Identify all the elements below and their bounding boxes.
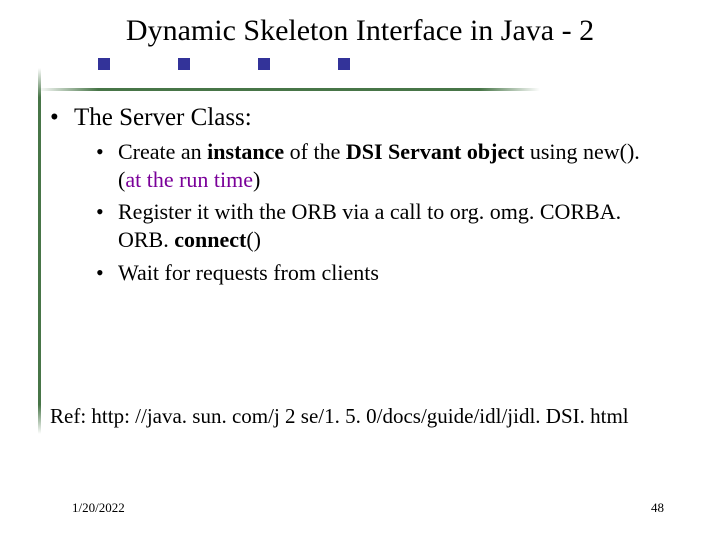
text-fragment: of the: [284, 139, 346, 164]
runtime-text: at the run time: [125, 167, 253, 192]
text-fragment: (): [246, 227, 261, 252]
bold-text: DSI Servant object: [346, 139, 524, 164]
dot-icon: [258, 58, 270, 70]
list-item: • Create an instance of the DSI Servant …: [96, 138, 668, 194]
bold-text: instance: [207, 139, 284, 164]
list-item-text: Create an instance of the DSI Servant ob…: [118, 138, 668, 194]
heading-bullet: •The Server Class:: [50, 104, 668, 132]
bullet-marker: •: [96, 259, 118, 287]
bullet-marker: •: [96, 138, 118, 194]
bold-text: connect: [174, 227, 246, 252]
sub-bullet-list: • Create an instance of the DSI Servant …: [96, 138, 668, 287]
list-item-text: Register it with the ORB via a call to o…: [118, 198, 668, 254]
footer-date: 1/20/2022: [72, 500, 125, 516]
list-item-text: Wait for requests from clients: [118, 259, 668, 287]
horizontal-rule: [38, 88, 540, 91]
slide-content: •The Server Class: • Create an instance …: [50, 104, 668, 291]
text-fragment: ): [253, 167, 260, 192]
decorative-dots: [50, 56, 720, 74]
bullet-marker: •: [96, 198, 118, 254]
dot-icon: [178, 58, 190, 70]
slide-title: Dynamic Skeleton Interface in Java - 2: [0, 0, 720, 56]
bullet-marker: •: [50, 104, 74, 132]
reference-text: Ref: http: //java. sun. com/j 2 se/1. 5.…: [50, 404, 680, 429]
list-item: • Wait for requests from clients: [96, 259, 668, 287]
dot-icon: [98, 58, 110, 70]
list-item: • Register it with the ORB via a call to…: [96, 198, 668, 254]
footer-page-number: 48: [651, 500, 664, 516]
text-fragment: Create an: [118, 139, 207, 164]
heading-text: The Server Class:: [74, 104, 252, 131]
dot-icon: [338, 58, 350, 70]
vertical-rule: [38, 68, 41, 434]
